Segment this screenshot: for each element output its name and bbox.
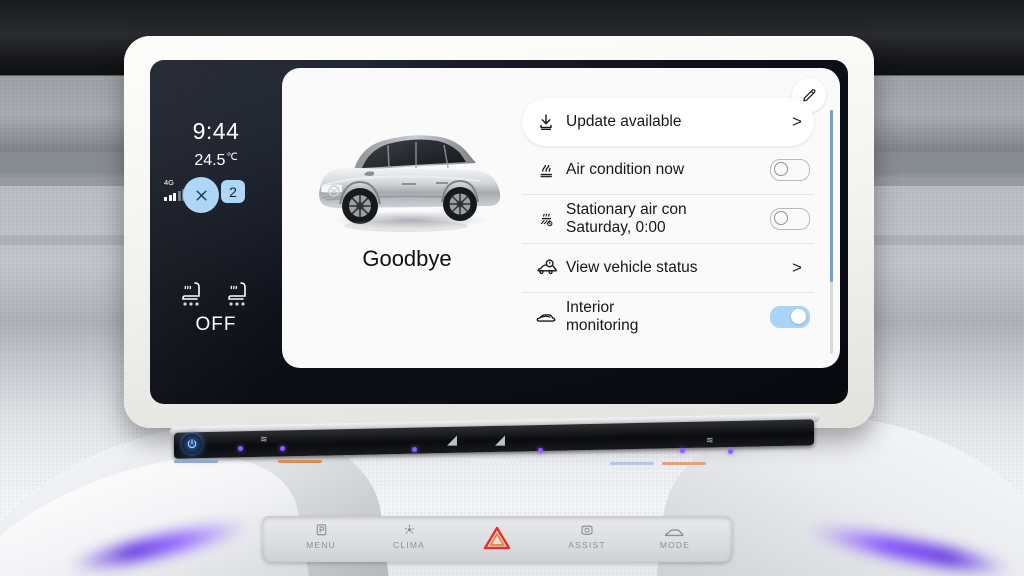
indicator-line-blue-2 [610,462,654,465]
menu-item-interior-monitoring[interactable]: Interior monitoring [522,292,814,341]
indicator-line-blue [174,460,218,463]
toggle-stationary-air-con[interactable] [770,208,810,230]
temperature-left-icon: ≋ [260,434,268,444]
seat-heating-status[interactable]: OFF [150,278,282,336]
infotainment-unit: 9:44 24.5℃ 4G 2 OFF Goodbye Update avail… [124,36,874,428]
vehicle-status-icon [526,257,566,279]
temperature-value: 24.5 [194,152,226,169]
assist-camera-icon [581,525,593,535]
menu-item-label: View vehicle status [566,259,698,276]
slider-led [538,448,543,453]
indicator-line-white [472,460,520,463]
temperature-right-icon: ≋ [706,435,714,445]
vw-id4-suv-render [319,135,501,232]
hardware-button-mode[interactable]: MODE [638,522,712,550]
volume-down-icon: ◢ [447,432,457,447]
chevron-right-icon: > [792,258,802,277]
seat-heating-left-icon [178,278,208,308]
menu-item-stationary-air-con[interactable]: Stationary air con Saturday, 0:00 [522,194,814,243]
heat-waves-icon [526,160,566,180]
screenshot-root: 9:44 24.5℃ 4G 2 OFF Goodbye Update avail… [0,0,1024,576]
seat-heating-label: OFF [195,314,237,335]
menu-item-label: Stationary air con Saturday, 0:00 [566,201,770,237]
slider-led [238,446,243,451]
car-mode-icon [664,529,684,537]
menu-item-label: Interior monitoring [566,299,770,335]
connectivity-status: 4G 2 [164,178,274,206]
indicator-line-orange-2 [662,462,706,465]
close-x-icon [195,189,207,201]
menu-item-label: Update available [566,113,682,130]
toggle-air-condition-now[interactable] [770,159,810,181]
network-type-label: 4G [164,178,175,187]
outside-temperature: 24.5℃ [150,152,282,170]
hardware-button-label: MODE [659,540,691,550]
close-button[interactable] [183,177,219,213]
globe-icon [195,183,212,200]
slider-led [280,446,285,451]
fan-clima-icon [404,524,414,534]
volume-up-icon: ◢ [495,432,505,447]
power-button[interactable] [182,434,202,454]
menu-item-subtitle: monitoring [566,317,639,334]
pencil-icon [802,88,815,101]
hardware-button-hazard[interactable] [460,525,534,551]
indicator-line-orange [278,460,322,463]
status-rail: 9:44 24.5℃ 4G 2 OFF [150,60,282,404]
car-interior-icon [526,306,566,328]
seat-heating-right-icon [224,278,254,308]
clock: 9:44 [192,118,240,144]
touch-slider-bar[interactable]: ≋ ◢ ◢ ≋ [150,413,850,465]
hardware-button-label: ASSIST [568,540,606,550]
menu-item-subtitle: Saturday, 0:00 [566,219,666,236]
hardware-button-label: MENU [306,540,336,550]
menu-item-update-available[interactable]: Update available > [522,98,814,146]
hardware-button-assist[interactable]: ASSIST [550,522,624,550]
parking-menu-icon [316,524,326,536]
menu-item-label: Air condition now [566,161,685,178]
temperature-unit: ℃ [226,152,238,163]
download-update-icon [526,112,566,132]
scrollbar-thumb[interactable] [830,110,833,282]
vehicle-card: Goodbye Update available > Air condition… [282,68,840,368]
chevron-right-icon: > [792,112,802,131]
scrollbar-track[interactable] [830,110,833,354]
hardware-button-label: CLIMA [393,540,425,550]
vehicle-actions-list: Update available > Air condition now Sta… [522,98,814,341]
toggle-interior-monitoring[interactable] [770,306,810,328]
signal-strength-icon [164,188,185,201]
hazard-triangle-icon [483,526,511,550]
slider-led [680,448,685,453]
stationary-climate-icon [526,209,566,229]
hardware-button-clima[interactable]: CLIMA [372,522,446,550]
slider-led [728,449,733,454]
slider-led [412,447,417,452]
power-icon [187,439,197,449]
hardware-button-bar: MENU CLIMA ASSIST MODE [262,516,732,562]
menu-item-view-vehicle-status[interactable]: View vehicle status > [522,243,814,292]
menu-item-title: Interior [566,299,615,316]
touchscreen[interactable]: 9:44 24.5℃ 4G 2 OFF Goodbye Update avail… [150,60,848,404]
edit-button[interactable] [792,78,826,112]
hardware-button-menu[interactable]: MENU [284,522,358,550]
profile-badge[interactable]: 2 [221,180,245,203]
menu-item-air-condition-now[interactable]: Air condition now [522,146,814,194]
vehicle-hero: Goodbye [296,112,518,302]
menu-item-title: Stationary air con [566,201,687,218]
vehicle-greeting: Goodbye [362,246,452,271]
